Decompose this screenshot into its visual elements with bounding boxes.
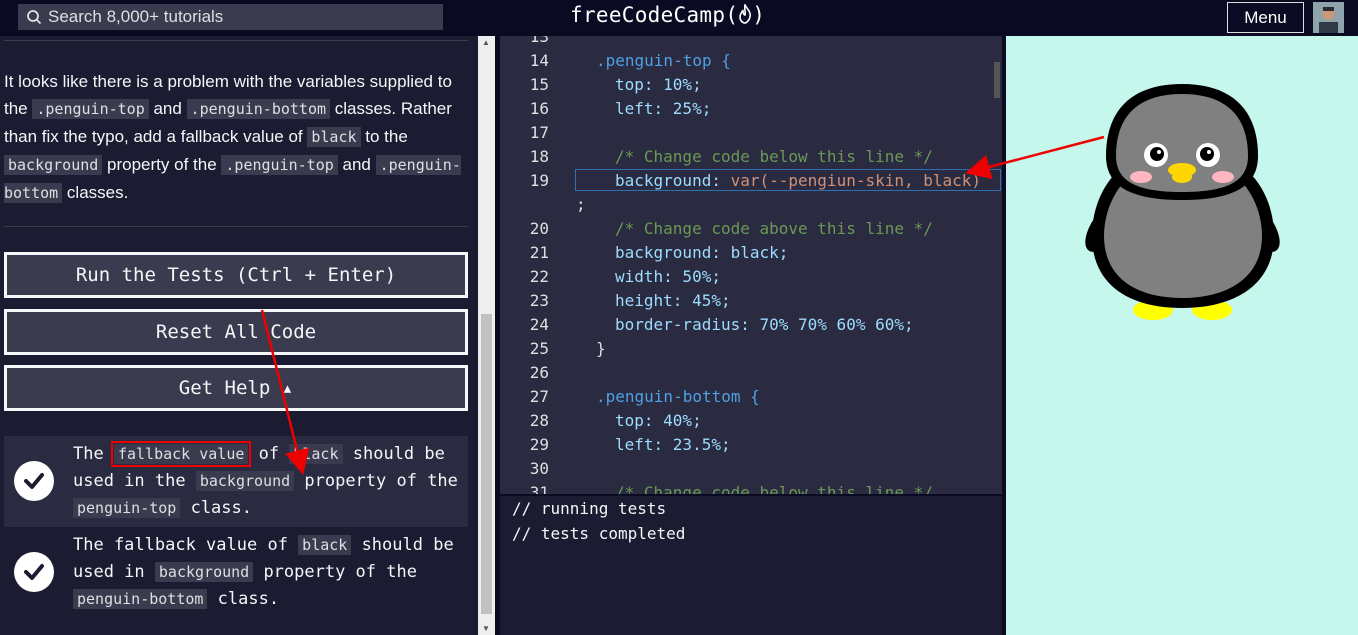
check-icon	[14, 552, 54, 592]
inline-code: penguin-bottom	[73, 589, 208, 609]
desc-text: and	[148, 99, 187, 118]
line-number: 18	[529, 147, 549, 166]
line-number: 17	[529, 123, 549, 142]
desc-text: classes.	[62, 183, 129, 202]
line-number: 21	[529, 243, 549, 262]
test-text-part: The	[73, 444, 114, 464]
freecodecamp-logo[interactable]: freeCodeCamp()	[570, 3, 765, 27]
code-line[interactable]: left: 23.5%;	[615, 435, 731, 454]
console-line: // running tests	[512, 499, 667, 518]
inline-code: .penguin-top	[221, 155, 338, 175]
code-comment[interactable]: /* Change code above this line */	[615, 219, 933, 238]
penguin-illustration	[1085, 84, 1280, 320]
line-number: 26	[529, 363, 549, 382]
line-number: 30	[529, 459, 549, 478]
line-number: 20	[529, 219, 549, 238]
instructions-panel: It looks like there is a problem with th…	[0, 36, 478, 635]
test-text: The fallback value of black should be us…	[73, 441, 463, 522]
test-result-item: The fallback value of black should be us…	[4, 527, 468, 618]
code-line[interactable]: top: 40%;	[615, 411, 702, 430]
desc-text: to the	[360, 127, 408, 146]
search-placeholder: Search 8,000+ tutorials	[48, 7, 224, 26]
inline-code: background	[4, 155, 103, 175]
code-line[interactable]: .penguin-top {	[596, 51, 731, 70]
line-number: 29	[529, 435, 549, 454]
code-line[interactable]: .penguin-bottom {	[596, 387, 760, 406]
code-comment[interactable]: /* Change code below this line */	[615, 147, 933, 166]
line-number: 19	[529, 171, 549, 190]
test-text-part: of	[248, 444, 290, 464]
inline-code: black	[289, 444, 343, 464]
code-line-active[interactable]: background: var(--pengiun-skin, black)	[615, 171, 981, 190]
reset-code-button[interactable]: Reset All Code	[4, 309, 468, 355]
code-line[interactable]: height: 45%;	[615, 291, 731, 310]
console-line: // tests completed	[512, 524, 686, 543]
inline-code: fallback value	[110, 441, 252, 467]
code-comment[interactable]: /* Change code below this line */	[615, 483, 933, 494]
code-line[interactable]: background: black;	[615, 243, 788, 262]
line-number: 14	[529, 51, 549, 70]
line-number: 27	[529, 387, 549, 406]
code-line[interactable]: ;	[576, 195, 586, 214]
line-number: 31	[529, 483, 549, 494]
test-text: The fallback value of black should be us…	[73, 532, 463, 613]
desc-text: property of the	[102, 155, 222, 174]
logo-text: freeCodeCamp(	[570, 3, 739, 27]
logo-close: )	[752, 3, 766, 27]
inline-code: background	[195, 471, 295, 491]
search-icon	[27, 10, 42, 25]
code-line[interactable]: width: 50%;	[615, 267, 721, 286]
code-line[interactable]: left: 25%;	[615, 99, 711, 118]
line-number: 15	[529, 75, 549, 94]
test-text-part: property of the	[253, 562, 417, 582]
challenge-description: It looks like there is a problem with th…	[4, 68, 466, 207]
inline-code: penguin-top	[73, 498, 181, 518]
output-console: // running tests // tests completed	[500, 496, 1002, 635]
code-line[interactable]: border-radius: 70% 70% 60% 60%;	[615, 315, 914, 334]
code-line[interactable]: top: 10%;	[615, 75, 702, 94]
desc-text: and	[337, 155, 376, 174]
check-icon	[14, 461, 54, 501]
scroll-down-arrow-icon[interactable]: ▼	[482, 624, 490, 633]
test-result-item: The fallback value of black should be us…	[4, 436, 468, 527]
editor-scrollbar[interactable]	[994, 62, 1000, 98]
top-nav: Search 8,000+ tutorials freeCodeCamp() M…	[0, 0, 1358, 36]
menu-button[interactable]: Menu	[1227, 2, 1304, 33]
code-editor[interactable]: 13 14 .penguin-top { 15 top: 10%; 16 lef…	[500, 36, 1002, 494]
line-number: 16	[529, 99, 549, 118]
get-help-button[interactable]: Get Help ▴	[4, 365, 468, 411]
test-text-part: class.	[180, 498, 252, 518]
flame-icon	[739, 4, 752, 24]
divider	[4, 40, 468, 41]
panel-scrollbar[interactable]: ▲ ▼	[478, 36, 495, 635]
avatar[interactable]	[1313, 2, 1344, 33]
line-number: 13	[529, 36, 549, 46]
line-number: 22	[529, 267, 549, 286]
scrollbar-thumb[interactable]	[481, 314, 492, 614]
test-text-part: The fallback value of	[73, 535, 299, 555]
test-text-part: class.	[207, 589, 280, 609]
search-bar[interactable]: Search 8,000+ tutorials	[18, 4, 443, 30]
inline-code: background	[154, 562, 254, 582]
preview-pane	[1006, 36, 1358, 635]
inline-code: .penguin-bottom	[186, 99, 331, 119]
line-number: 25	[529, 339, 549, 358]
divider	[4, 226, 468, 227]
inline-code: black	[307, 127, 361, 147]
code-line[interactable]: }	[596, 339, 606, 358]
inline-code: .penguin-top	[32, 99, 149, 119]
line-number: 24	[529, 315, 549, 334]
run-tests-button[interactable]: Run the Tests (Ctrl + Enter)	[4, 252, 468, 298]
test-text-part: property of the	[294, 471, 458, 491]
scroll-up-arrow-icon[interactable]: ▲	[482, 38, 490, 47]
line-number: 23	[529, 291, 549, 310]
line-number: 28	[529, 411, 549, 430]
inline-code: black	[298, 535, 352, 555]
